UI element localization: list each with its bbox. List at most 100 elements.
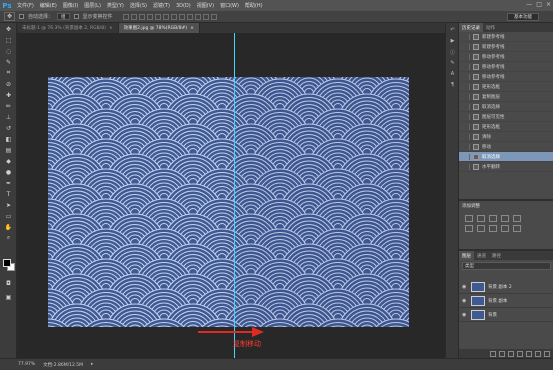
brush-panel-icon[interactable]: ✎ <box>448 59 457 67</box>
move-tool-preset-icon[interactable]: ✥ <box>4 12 15 21</box>
history-item[interactable]: 水平翻转 <box>459 162 553 172</box>
marquee-tool-icon[interactable]: ⬚ <box>2 35 15 45</box>
auto-select-checkbox[interactable] <box>19 14 24 19</box>
levels-icon[interactable] <box>477 215 485 222</box>
adjustment-layer-icon[interactable] <box>517 350 523 357</box>
character-panel-icon[interactable]: A <box>448 70 457 78</box>
tab-close-icon[interactable]: × <box>190 26 194 31</box>
hand-tool-icon[interactable]: ✋ <box>2 222 15 232</box>
menu-window[interactable]: 窗口(W) <box>217 2 242 9</box>
menu-filter[interactable]: 滤镜(T) <box>150 2 173 9</box>
tab-close-icon[interactable]: × <box>109 26 113 31</box>
history-item[interactable]: 移动参考线 <box>459 52 553 62</box>
tab-document-1[interactable]: 未标题-1 @ 76.3% (背景副本 2, RGB/8) × <box>17 23 119 33</box>
distribute-right-icon[interactable] <box>210 13 217 20</box>
status-arrow-icon[interactable]: ▸ <box>91 362 93 367</box>
layer-style-icon[interactable] <box>499 350 505 357</box>
history-item[interactable]: 移动参考线 <box>459 72 553 82</box>
path-select-tool-icon[interactable]: ➤ <box>2 200 15 210</box>
hue-saturation-icon[interactable] <box>465 225 473 232</box>
align-bottom-icon[interactable] <box>138 13 145 20</box>
exposure-icon[interactable] <box>501 215 509 222</box>
type-tool-icon[interactable]: T <box>2 189 15 199</box>
auto-select-dropdown[interactable]: 组 <box>57 13 70 20</box>
brush-tool-icon[interactable]: ✏ <box>2 101 15 111</box>
layer-row[interactable]: ◉ 背景 副本 2 <box>459 280 553 294</box>
menu-help[interactable]: 帮助(H) <box>242 2 266 9</box>
curves-icon[interactable] <box>489 215 497 222</box>
dodge-tool-icon[interactable]: ● <box>2 167 15 177</box>
history-brush-tool-icon[interactable]: ↺ <box>2 123 15 133</box>
menu-layer[interactable]: 图层(L) <box>81 2 104 9</box>
history-item[interactable]: 矩形选框 <box>459 82 553 92</box>
align-left-icon[interactable] <box>146 13 153 20</box>
screen-mode-icon[interactable]: ▣ <box>2 292 15 302</box>
distribute-top-icon[interactable] <box>170 13 177 20</box>
align-center-icon[interactable] <box>154 13 161 20</box>
distribute-center-icon[interactable] <box>202 13 209 20</box>
show-transform-checkbox[interactable] <box>73 14 79 19</box>
history-item[interactable]: 新建参考线 <box>459 32 553 42</box>
eye-icon[interactable]: ◉ <box>462 312 468 318</box>
zoom-tool-icon[interactable]: ⌕ <box>2 233 15 243</box>
brightness-icon[interactable] <box>465 215 473 222</box>
menu-3d[interactable]: 3D(D) <box>173 3 194 9</box>
trash-icon[interactable] <box>544 350 550 357</box>
history-item-selected[interactable]: 取消选择 <box>459 152 553 162</box>
history-item[interactable]: 移动 <box>459 142 553 152</box>
tab-document-2[interactable]: 效果图2.jpg @ 78%(RGB/8#) × <box>118 23 200 33</box>
menu-image[interactable]: 图像(I) <box>60 2 81 9</box>
close-icon[interactable]: × <box>546 1 551 8</box>
history-item[interactable]: 新建参考线 <box>459 42 553 52</box>
align-top-icon[interactable] <box>122 13 129 20</box>
tab-paths[interactable]: 路径 <box>489 251 504 260</box>
color-balance-icon[interactable] <box>477 225 485 232</box>
paragraph-panel-icon[interactable]: ¶ <box>448 81 457 89</box>
align-right-icon[interactable] <box>162 13 169 20</box>
vibrance-icon[interactable] <box>513 215 521 222</box>
menu-file[interactable]: 文件(F) <box>14 2 37 9</box>
tab-actions[interactable]: 动作 <box>483 23 498 32</box>
menu-edit[interactable]: 编辑(E) <box>37 2 60 9</box>
move-tool-icon[interactable]: ✥ <box>2 24 15 34</box>
gradient-tool-icon[interactable]: ▤ <box>2 145 15 155</box>
lasso-tool-icon[interactable]: ◌ <box>2 46 15 56</box>
layer-filter-dropdown[interactable]: 类型 <box>462 262 551 270</box>
history-item[interactable]: 图层可见性 <box>459 112 553 122</box>
blur-tool-icon[interactable]: ◆ <box>2 156 15 166</box>
healing-brush-tool-icon[interactable]: ✚ <box>2 90 15 100</box>
history-panel-icon[interactable]: ↶ <box>448 26 457 34</box>
history-item[interactable]: 取消选择 <box>459 102 553 112</box>
workspace-dropdown[interactable]: 基本功能 <box>507 13 539 21</box>
canvas-area[interactable] <box>17 33 445 358</box>
distribute-middle-icon[interactable] <box>178 13 185 20</box>
layer-row[interactable]: ◉ 背景 副本 <box>459 294 553 308</box>
color-swatches[interactable] <box>3 259 15 271</box>
new-group-icon[interactable] <box>526 350 532 357</box>
info-panel-icon[interactable]: ⓘ <box>448 48 457 56</box>
quick-mask-icon[interactable]: ◘ <box>2 278 15 288</box>
eyedropper-tool-icon[interactable]: ⊘ <box>2 79 15 89</box>
actions-panel-icon[interactable]: ▶ <box>448 37 457 45</box>
clone-stamp-tool-icon[interactable]: ⊥ <box>2 112 15 122</box>
tab-history[interactable]: 历史记录 <box>459 23 483 32</box>
history-item[interactable]: 矩形选框 <box>459 122 553 132</box>
document-canvas[interactable] <box>48 77 409 327</box>
zoom-level[interactable]: 77.97% <box>18 362 35 367</box>
history-item[interactable]: 移动参考线 <box>459 62 553 72</box>
crop-tool-icon[interactable]: ⌗ <box>2 68 15 78</box>
align-middle-icon[interactable] <box>130 13 137 20</box>
photo-filter-icon[interactable] <box>501 225 509 232</box>
black-white-icon[interactable] <box>489 225 497 232</box>
eye-icon[interactable]: ◉ <box>462 298 468 304</box>
pen-tool-icon[interactable]: ✒ <box>2 178 15 188</box>
menu-select[interactable]: 选择(S) <box>127 2 150 9</box>
history-item[interactable]: 清除 <box>459 132 553 142</box>
tab-layers[interactable]: 图层 <box>459 251 474 260</box>
menu-view[interactable]: 视图(V) <box>194 2 217 9</box>
tab-channels[interactable]: 通道 <box>474 251 489 260</box>
menu-type[interactable]: 类型(Y) <box>104 2 127 9</box>
foreground-color-swatch[interactable] <box>3 259 11 267</box>
history-item[interactable]: 复制图层 <box>459 92 553 102</box>
distribute-bottom-icon[interactable] <box>186 13 193 20</box>
